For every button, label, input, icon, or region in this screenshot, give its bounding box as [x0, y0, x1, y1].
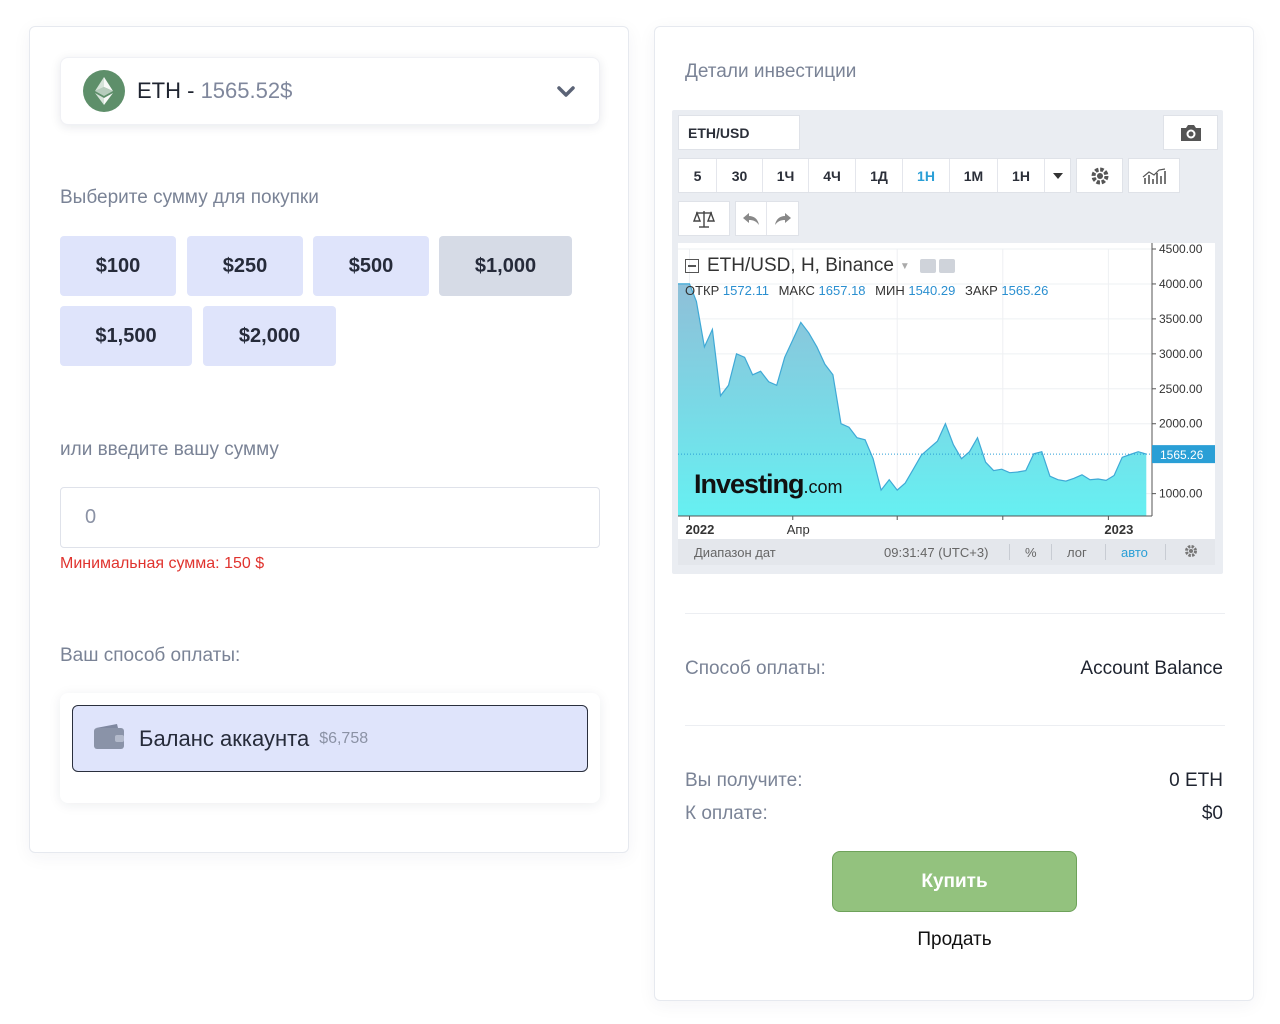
chart-time: 09:31:47 (UTC+3): [884, 545, 989, 560]
interval-4h[interactable]: 4Ч: [809, 159, 856, 192]
interval-1h[interactable]: 1Ч: [763, 159, 809, 192]
amount-button-250[interactable]: $250: [187, 236, 303, 296]
high-value: 1657.18: [818, 283, 866, 298]
coin-price: 1565.52$: [200, 78, 293, 103]
custom-amount-label: или введите вашу сумму: [60, 439, 279, 460]
last-price-label: 1565.26: [1160, 448, 1204, 462]
payment-method-summary-label: Способ оплаты:: [685, 658, 826, 679]
chart-status-bar: Диапазон дат 09:31:47 (UTC+3) % лог авто: [678, 539, 1215, 565]
ohlc-legend: ОТКР 1572.11 МАКС 1657.18 МИН 1540.29 ЗА…: [685, 283, 1054, 298]
amount-button-2000[interactable]: $2,000: [203, 306, 336, 366]
interval-1w[interactable]: 1Н: [903, 159, 950, 192]
payment-method-summary-value: Account Balance: [1080, 658, 1223, 679]
interval-30[interactable]: 30: [717, 159, 763, 192]
collapse-icon[interactable]: [685, 259, 699, 273]
chart-title: ETH/USD, H, Binance ▼: [685, 255, 955, 277]
close-value: 1565.26: [1001, 283, 1049, 298]
investing-watermark: Investing.com: [694, 469, 843, 500]
undo-icon[interactable]: [736, 202, 767, 235]
y-tick-label: 4000.00: [1159, 277, 1203, 291]
y-tick-label: 4500.00: [1159, 243, 1203, 256]
symbol-search-input[interactable]: ETH/USD: [678, 115, 800, 150]
interval-1m[interactable]: 1М: [950, 159, 998, 192]
indicators-icon[interactable]: [1128, 158, 1180, 193]
custom-amount-input[interactable]: [60, 487, 600, 548]
percent-toggle[interactable]: %: [1025, 545, 1037, 560]
pay-total-value: $0: [1201, 803, 1223, 824]
divider: [685, 613, 1225, 614]
purchase-form-card: ETH - 1565.52$ Выберите сумму для покупк…: [29, 26, 629, 853]
status-divider: [1009, 544, 1010, 560]
y-tick-label: 3500.00: [1159, 312, 1203, 326]
ethereum-icon: [83, 70, 125, 112]
coin-symbol: ETH: [137, 78, 181, 103]
log-toggle[interactable]: лог: [1067, 545, 1087, 560]
status-divider: [1051, 544, 1052, 560]
amount-button-1000[interactable]: $1,000: [439, 236, 572, 296]
auto-toggle[interactable]: авто: [1121, 545, 1148, 560]
status-divider: [1105, 544, 1106, 560]
redo-icon[interactable]: [767, 202, 798, 235]
history-toolbar: [735, 201, 799, 236]
receive-value: 0 ETH: [1169, 770, 1223, 791]
buy-button[interactable]: Купить: [832, 851, 1077, 912]
amount-button-1500[interactable]: $1,500: [60, 306, 192, 366]
pay-total-label: К оплате:: [685, 803, 768, 824]
visibility-icon[interactable]: [919, 259, 936, 273]
chart-title-caret-icon[interactable]: ▼: [900, 261, 910, 272]
details-title: Детали инвестиции: [685, 61, 857, 82]
amount-button-500[interactable]: $500: [313, 236, 429, 296]
status-divider: [1165, 544, 1166, 560]
camera-icon[interactable]: [1163, 115, 1218, 150]
gear-icon[interactable]: [1076, 158, 1123, 193]
interval-1d[interactable]: 1Д: [856, 159, 903, 192]
y-tick-label: 1000.00: [1159, 487, 1203, 501]
payment-options: Баланс аккаунта $6,758: [60, 693, 600, 803]
payment-option-account-balance[interactable]: Баланс аккаунта $6,758: [72, 705, 588, 772]
min-amount-error: Минимальная сумма: 150 $: [60, 555, 265, 572]
wallet-icon: [93, 722, 125, 755]
coin-separator: -: [181, 78, 201, 103]
chart-title-text: ETH/USD, H, Binance: [707, 255, 894, 276]
amount-section-label: Выберите сумму для покупки: [60, 187, 319, 208]
open-value: 1572.11: [722, 283, 769, 298]
account-balance-value: $6,758: [319, 729, 369, 747]
y-tick-label: 2000.00: [1159, 417, 1203, 431]
chevron-down-icon[interactable]: [555, 80, 577, 107]
price-chart[interactable]: 4500.00 4000.00 3500.00 3000.00 2500.00 2000.…: [678, 242, 1215, 543]
interval-1y[interactable]: 1Н: [998, 159, 1045, 192]
low-value: 1540.29: [908, 283, 956, 298]
date-range-button[interactable]: Диапазон дат: [694, 545, 776, 560]
interval-toolbar: 5 30 1Ч 4Ч 1Д 1Н 1М 1Н: [678, 158, 1071, 193]
compare-scales-icon[interactable]: [678, 201, 730, 236]
coin-select-dropdown[interactable]: ETH - 1565.52$: [60, 57, 600, 125]
y-tick-label: 3000.00: [1159, 347, 1203, 361]
receive-label: Вы получите:: [685, 770, 803, 791]
payment-method-label: Ваш способ оплаты:: [60, 645, 241, 666]
chart-widget: ETH/USD 5 30 1Ч 4Ч 1Д 1Н 1М 1Н 4500.00 4…: [672, 110, 1223, 574]
investment-details-card: Детали инвестиции ETH/USD 5 30 1Ч 4Ч 1Д …: [654, 26, 1254, 1001]
chart-settings-icon[interactable]: [938, 259, 955, 273]
divider: [685, 725, 1225, 726]
open-label: ОТКР: [685, 283, 720, 298]
caret-down-icon[interactable]: [1045, 159, 1070, 192]
close-label: ЗАКР: [964, 283, 998, 298]
high-label: МАКС: [778, 283, 815, 298]
watermark-suffix: .com: [803, 477, 843, 497]
x-tick-label: 2022: [685, 522, 714, 537]
x-tick-label: 2023: [1104, 522, 1133, 537]
interval-5[interactable]: 5: [679, 159, 717, 192]
watermark-main: Investing: [694, 469, 805, 499]
x-tick-label: Апр: [787, 522, 810, 537]
payment-option-label: Баланс аккаунта: [139, 725, 310, 751]
sell-link[interactable]: Продать: [832, 929, 1077, 951]
amount-button-100[interactable]: $100: [60, 236, 176, 296]
y-tick-label: 2500.00: [1159, 382, 1203, 396]
scale-settings-icon[interactable]: [1183, 543, 1199, 562]
low-label: МИН: [875, 283, 905, 298]
selected-coin-text: ETH - 1565.52$: [137, 78, 292, 104]
